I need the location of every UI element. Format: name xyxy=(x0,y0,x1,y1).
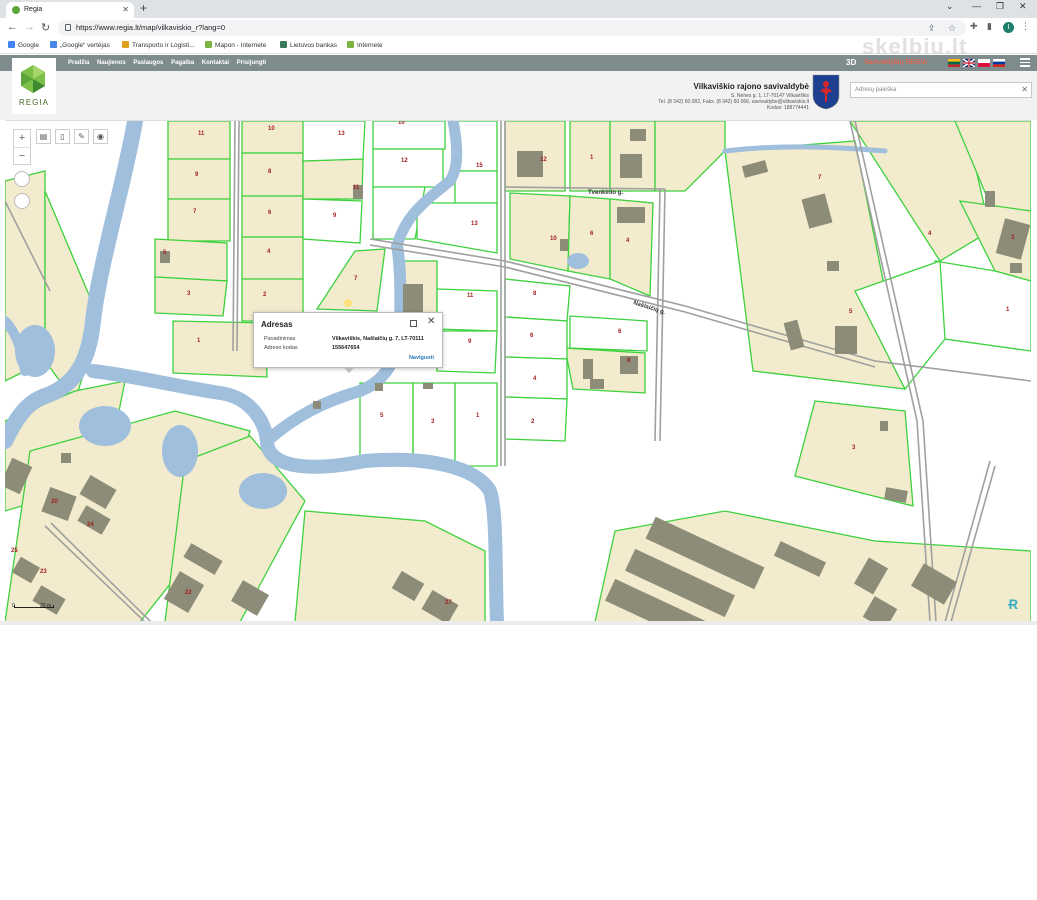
popup-key: Pavadinimas xyxy=(264,336,296,342)
popup-title: Adresas xyxy=(261,320,293,329)
main-menu: Pradžia Naujienos Paslaugos Pagalba Kont… xyxy=(68,55,272,71)
municipality-code: Kodas: 188774441 xyxy=(767,105,809,111)
browser-tab[interactable]: Regia ✕ xyxy=(6,2,134,18)
bookmark-mapon[interactable]: Mapon - Internete xyxy=(205,41,266,51)
bookmark-internete[interactable]: Internete xyxy=(347,41,383,51)
parcel-number: 15 xyxy=(476,163,483,169)
address-popup: Adresas ✕ Pavadinimas Vilkaviškis, Našla… xyxy=(253,312,443,373)
parcel-number: 10 xyxy=(268,126,275,132)
flag-pl-icon[interactable] xyxy=(978,59,990,67)
parcel-number: 13 xyxy=(338,131,345,137)
new-tab-button[interactable]: + xyxy=(140,1,147,15)
back-icon[interactable]: ← xyxy=(7,21,18,33)
reload-icon[interactable]: ↻ xyxy=(41,21,50,34)
parcel-number: 22 xyxy=(185,590,192,596)
lock-icon xyxy=(65,24,71,31)
url-text: https://www.regia.lt/map/vilkaviskio_r?l… xyxy=(76,23,226,32)
selected-point-marker xyxy=(344,299,352,307)
parcel-number: 12 xyxy=(401,158,408,164)
menu-dots-icon[interactable]: ⋮ xyxy=(1021,21,1030,32)
extensions-icon[interactable]: ✚ xyxy=(970,21,978,32)
parcel-number: 11 xyxy=(198,131,205,137)
coat-of-arms-icon xyxy=(812,74,840,110)
3d-button[interactable]: 3D xyxy=(846,56,856,70)
flag-en-icon[interactable] xyxy=(963,59,975,67)
popup-value: 155647654 xyxy=(332,345,360,351)
zoom-out-button[interactable]: − xyxy=(14,147,30,164)
gps-icon[interactable]: ◉ xyxy=(93,129,108,144)
browser-tab-bar: Regia ✕ + ⌄ — ❐ ✕ xyxy=(0,0,1037,18)
locate-icon[interactable] xyxy=(14,193,30,209)
layers-icon[interactable]: ▤ xyxy=(36,129,51,144)
url-input[interactable]: https://www.regia.lt/map/vilkaviskio_r?l… xyxy=(58,20,966,36)
tab-title: Regia xyxy=(24,6,43,13)
regia-logo[interactable]: REGIA xyxy=(12,58,56,114)
regia-favicon-icon xyxy=(12,6,20,14)
profile-avatar[interactable]: I xyxy=(1003,22,1014,33)
scale-label-end: 20 m xyxy=(40,603,52,609)
menu-item-help[interactable]: Pagalba xyxy=(171,60,194,66)
measure-icon[interactable]: ✎ xyxy=(74,129,89,144)
regia-logo-icon xyxy=(21,65,45,93)
map-bottom-border xyxy=(0,621,1037,625)
menu-item-contacts[interactable]: Kontaktai xyxy=(202,60,229,66)
address-search-input[interactable]: Adresų paieška ✕ xyxy=(850,82,1032,98)
parcel-number: 12 xyxy=(540,157,547,163)
regia-logo-text: REGIA xyxy=(19,98,49,107)
parcel-number: 10 xyxy=(550,236,557,242)
bookmark-lb[interactable]: Lietuvos bankas xyxy=(280,41,337,51)
popup-pointer xyxy=(344,368,354,373)
parcel-number: 23 xyxy=(40,569,47,575)
flag-lt-icon[interactable] xyxy=(948,59,960,67)
close-icon[interactable]: ✕ xyxy=(427,316,435,327)
restore-icon[interactable]: ❐ xyxy=(996,1,1004,12)
menu-item-home[interactable]: Pradžia xyxy=(68,60,89,66)
navigate-link[interactable]: Naviguoti xyxy=(409,355,434,361)
bookmark-google[interactable]: Google xyxy=(8,41,39,51)
zoom-control: + − xyxy=(13,129,31,165)
parcel-number: 10 xyxy=(398,121,405,126)
municipality-name: Vilkaviškio rajono savivaldybė xyxy=(693,82,809,91)
popup-key: Adreso kodas xyxy=(264,345,298,351)
parcel-number: 11 xyxy=(353,185,360,191)
parcel-number: 24 xyxy=(87,522,94,528)
hamburger-menu-icon[interactable] xyxy=(1020,58,1030,69)
flag-ru-icon[interactable] xyxy=(993,59,1005,67)
menu-item-news[interactable]: Naujienos xyxy=(97,60,126,66)
print-icon[interactable]: ▯ xyxy=(55,129,70,144)
close-window-icon[interactable]: ✕ xyxy=(1019,1,1027,12)
compass-icon[interactable] xyxy=(14,171,30,187)
chevron-down-icon[interactable]: ⌄ xyxy=(946,1,954,12)
savivaldybiu-regia-link[interactable]: Savivaldybių REGIA xyxy=(864,56,927,70)
map-canvas[interactable]: Tvenkinio g. Našlaičių g. 11 9 7 5 3 1 1… xyxy=(5,120,1031,621)
menu-item-login[interactable]: Prisijungti xyxy=(237,60,266,66)
menu-item-services[interactable]: Paslaugos xyxy=(133,60,163,66)
parcel-number: 13 xyxy=(471,221,478,227)
parcel-number: 25 xyxy=(11,548,18,554)
minimize-icon[interactable]: — xyxy=(972,1,981,11)
transport-icon xyxy=(122,41,129,48)
internete-icon xyxy=(347,41,354,48)
parcel-number: 20 xyxy=(51,499,58,505)
maximize-icon[interactable] xyxy=(410,320,417,327)
bookmark-transport[interactable]: Transporto ir Logisti... xyxy=(122,41,195,51)
street-label-tvenkinio: Tvenkinio g. xyxy=(588,190,623,196)
popup-value: Vilkaviškis, Našlaičių g. 7, LT-70111 xyxy=(332,336,424,342)
translate-icon xyxy=(50,41,57,48)
mapon-icon xyxy=(205,41,212,48)
scale-label-start: 0 xyxy=(12,603,15,609)
zoom-in-button[interactable]: + xyxy=(14,130,30,147)
forward-icon[interactable]: → xyxy=(24,21,35,33)
regia-corner-logo-icon: Ɍ xyxy=(1008,596,1019,612)
parcel-number: 11 xyxy=(467,293,474,299)
google-icon xyxy=(8,41,15,48)
bank-icon xyxy=(280,41,287,48)
clear-search-icon[interactable]: ✕ xyxy=(1021,83,1028,97)
bookmark-translate[interactable]: „Google“ vertėjas xyxy=(50,41,110,51)
map-layer: Tvenkinio g. Našlaičių g. 11 9 7 5 3 1 1… xyxy=(5,121,1031,621)
sidepanel-icon[interactable]: ▮ xyxy=(987,21,992,32)
parcel-number: 27 xyxy=(445,600,452,606)
tab-close-icon[interactable]: ✕ xyxy=(122,2,129,18)
